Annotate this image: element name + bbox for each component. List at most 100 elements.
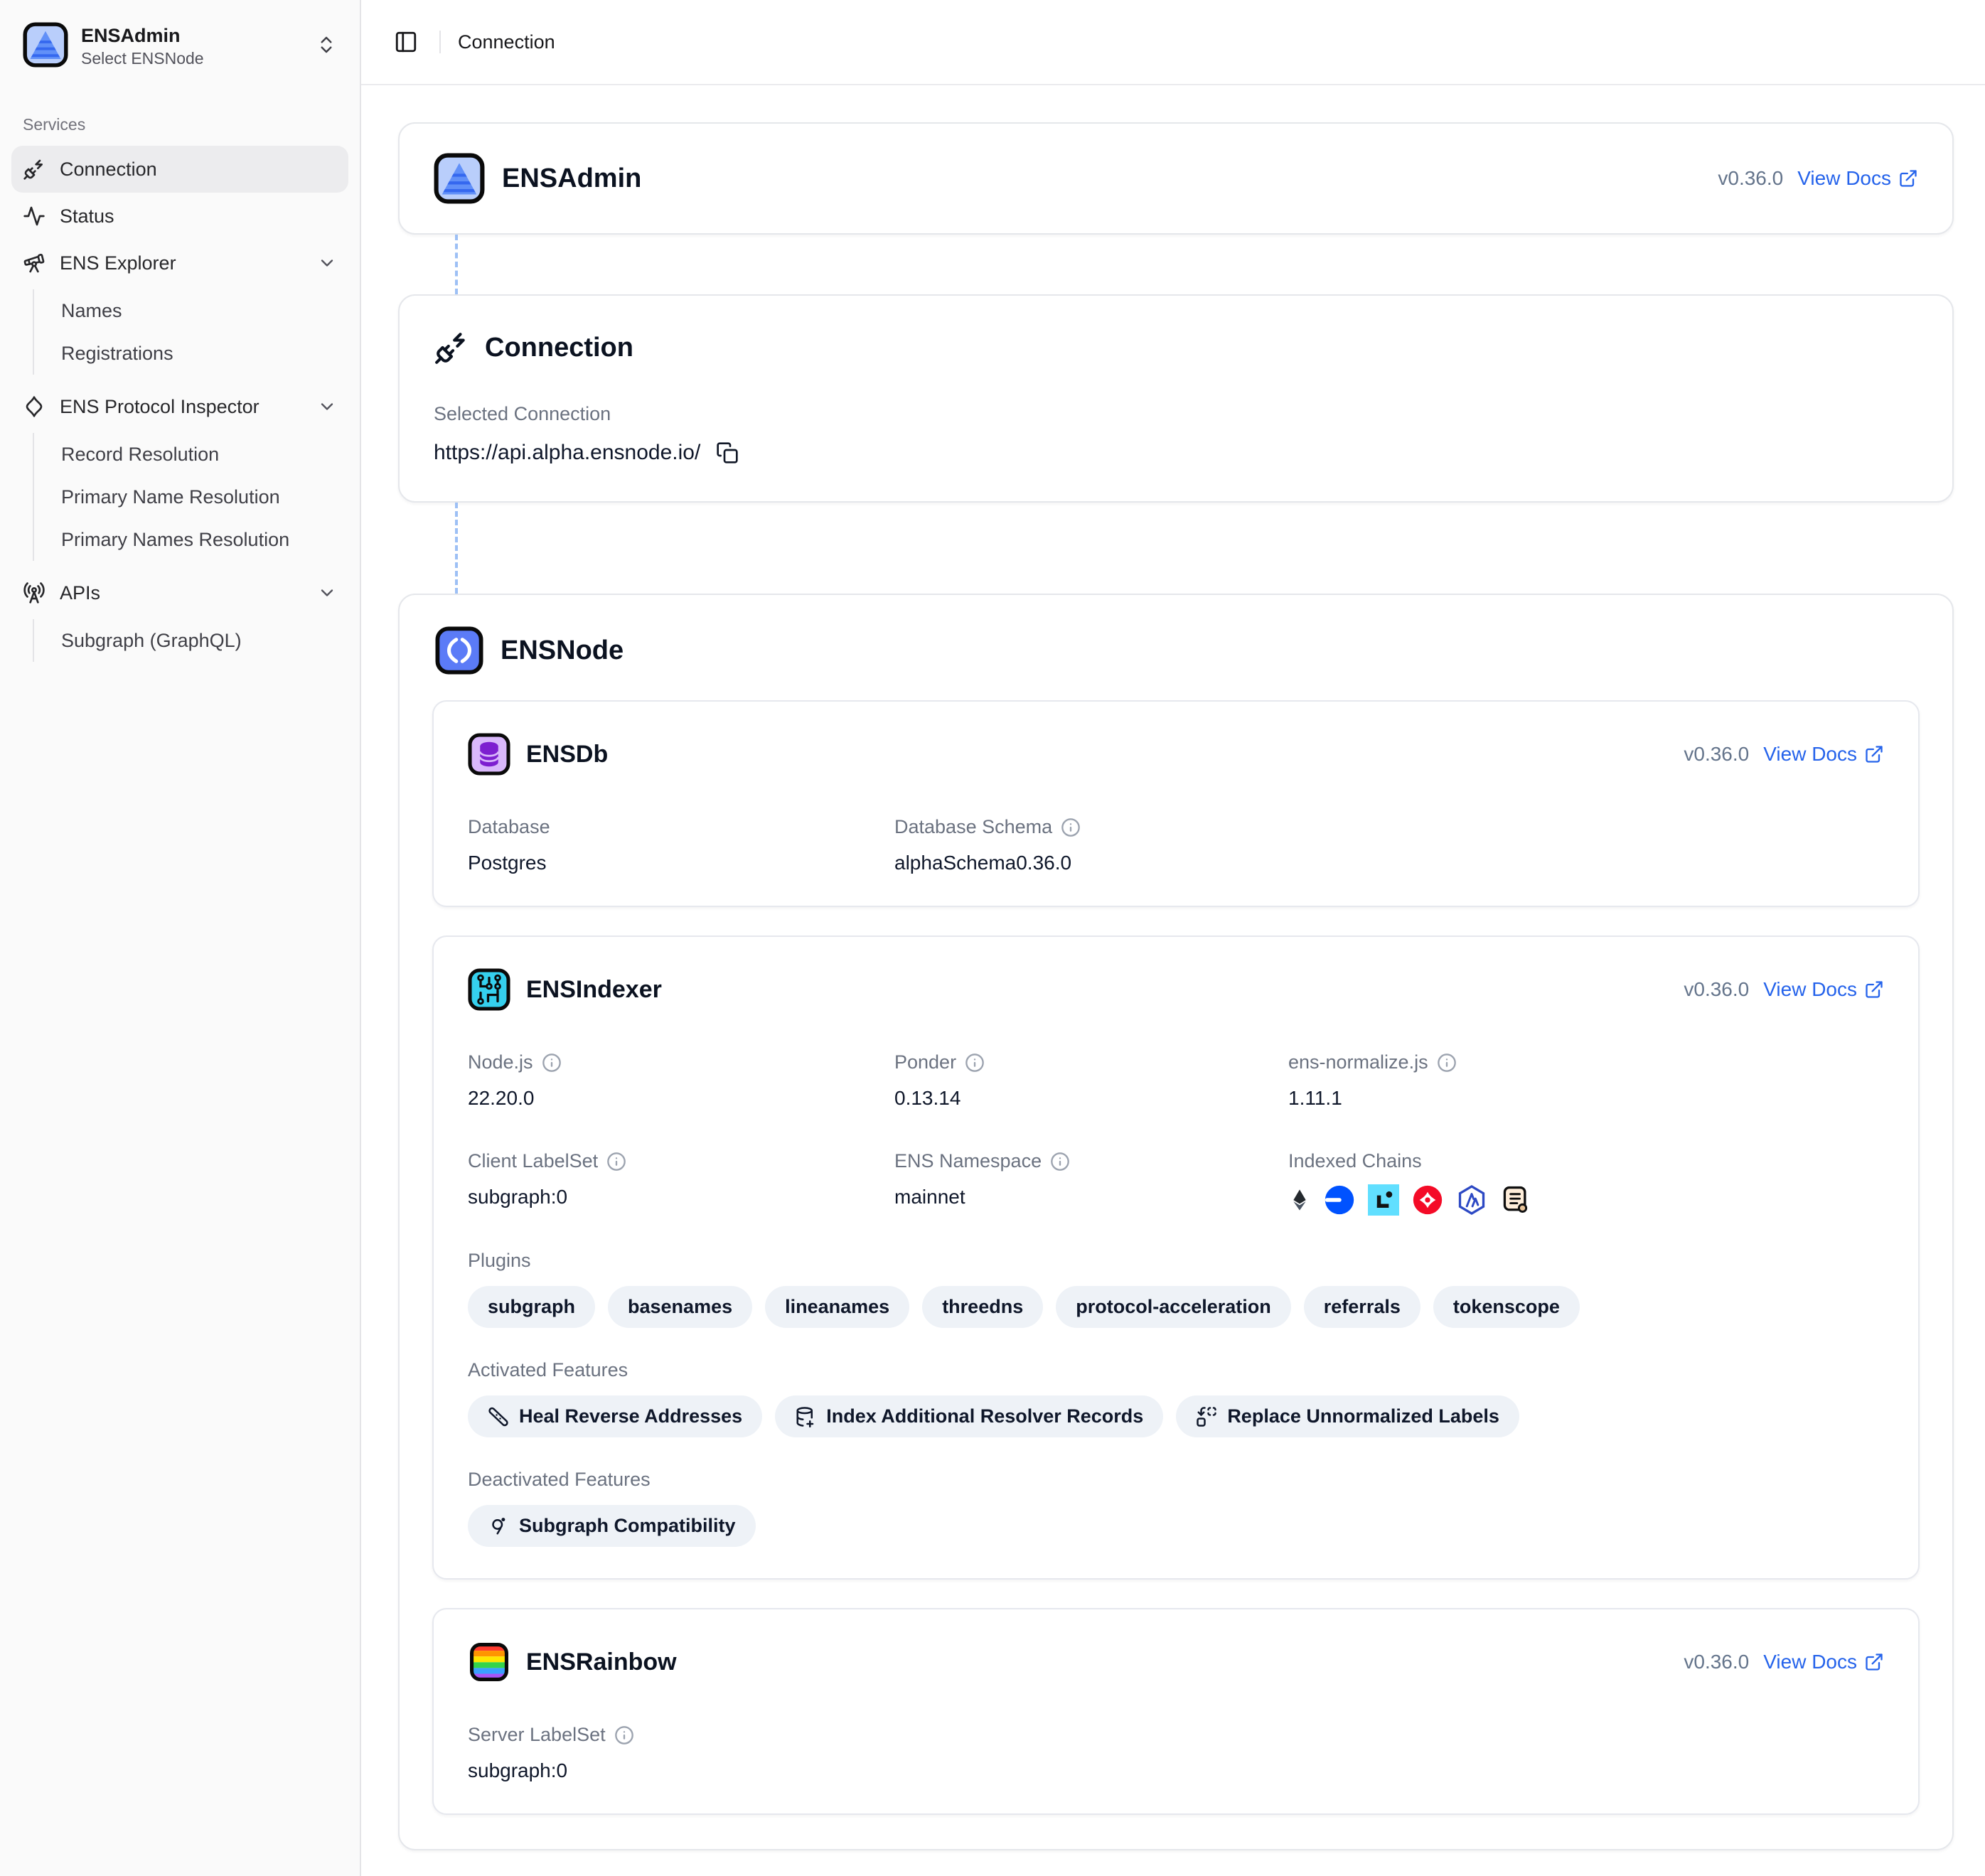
copy-url-button[interactable] [713,439,742,467]
sidebar-item-primary-name-resolution[interactable]: Primary Name Resolution [47,476,348,518]
feature-badge-replace-unnormalized-labels: Replace Unnormalized Labels [1176,1395,1519,1437]
plugins-label: Plugins [468,1250,1884,1272]
sidebar-toggle-button[interactable] [390,26,422,58]
sidebar-item-names[interactable]: Names [47,289,348,332]
info-icon[interactable] [614,1725,634,1745]
sidebar-item-label: Connection [60,159,157,181]
sidebar-item-label: ENS Explorer [60,252,176,274]
content: ENSAdmin v0.36.0 View Docs [361,85,1985,1876]
card-connector-line [455,235,458,294]
ensnode-selector[interactable]: ENSAdmin Select ENSNode [11,11,348,78]
ensrainbow-version: v0.36.0 [1684,1651,1749,1673]
ensdb-version: v0.36.0 [1684,743,1749,766]
sidebar-item-status[interactable]: Status [11,193,348,240]
chevron-down-icon [317,397,337,417]
ensnode-card: ENSNode [398,594,1954,1850]
nodejs-field: Node.js 22.20.0 [468,1048,894,1110]
selected-connection-label: Selected Connection [434,403,611,425]
ensadmin-logo-icon [434,153,485,204]
sidebar-item-label: ENS Protocol Inspector [60,396,260,418]
telescope-icon [23,252,46,274]
main-area: Connection ENSAdmin [361,0,1985,1876]
base-chain-icon [1324,1184,1355,1216]
ensadmin-card: ENSAdmin v0.36.0 View Docs [398,122,1954,235]
sidebar-item-primary-names-resolution[interactable]: Primary Names Resolution [47,518,348,561]
scroll-chain-icon [1500,1184,1531,1216]
plugin-badge: protocol-acceleration [1056,1286,1291,1328]
indexed-chains-label: Indexed Chains [1288,1150,1422,1172]
plugin-badge: tokenscope [1433,1286,1580,1328]
ensrainbow-card: ENSRainbow v0.36.0 View Docs [432,1608,1920,1815]
sidebar-item-record-resolution[interactable]: Record Resolution [47,433,348,476]
radio-tower-icon [23,581,46,604]
ensrainbow-logo-icon [468,1641,510,1683]
info-icon[interactable] [1050,1152,1070,1172]
apis-children: Subgraph (GraphQL) [33,619,348,662]
ensdb-logo-icon [468,733,510,776]
deactivated-features-list: Subgraph Compatibility [468,1505,1884,1547]
client-labelset-value: subgraph:0 [468,1186,894,1208]
info-icon[interactable] [1437,1053,1457,1073]
ensrainbow-view-docs-link[interactable]: View Docs [1763,1651,1884,1673]
feature-badge-subgraph-compatibility: Subgraph Compatibility [468,1505,756,1547]
server-labelset-label: Server LabelSet [468,1724,606,1746]
plug-zap-icon [23,158,46,181]
external-link-icon [1864,980,1884,999]
feature-badge-index-additional-resolver-records: Index Additional Resolver Records [775,1395,1163,1437]
deactivated-features-label: Deactivated Features [468,1469,1884,1491]
chevron-down-icon [317,583,337,603]
ponder-value: 0.13.14 [894,1087,1288,1110]
sidebar-item-connection[interactable]: Connection [11,146,348,193]
indexed-chains-field: Indexed Chains [1288,1147,1884,1216]
activated-features-label: Activated Features [468,1359,1884,1381]
sidebar-item-ens-protocol-inspector[interactable]: ENS Protocol Inspector [11,383,348,430]
sidebar-nav: Connection Status ENS Explorer Names [11,146,348,670]
connection-card: Connection Selected Connection https://a… [398,294,1954,503]
ensnode-card-title: ENSNode [501,636,624,666]
ensadmin-card-title: ENSAdmin [502,164,641,194]
ensrainbow-card-title: ENSRainbow [526,1649,677,1676]
sidebar-item-subgraph-graphql[interactable]: Subgraph (GraphQL) [47,619,348,662]
ens-protocol-inspector-children: Record Resolution Primary Name Resolutio… [33,433,348,561]
ensdb-view-docs-link[interactable]: View Docs [1763,743,1884,766]
topbar: Connection [361,0,1985,85]
nodejs-label: Node.js [468,1051,533,1073]
activity-icon [23,205,46,227]
plugin-badge: threedns [922,1286,1043,1328]
ens-normalize-label: ens-normalize.js [1288,1051,1428,1073]
ensindexer-view-docs-link[interactable]: View Docs [1763,978,1884,1001]
linea-chain-icon [1368,1184,1399,1216]
info-icon[interactable] [542,1053,562,1073]
info-icon[interactable] [606,1152,626,1172]
ens-diamond-icon [23,395,46,418]
app-subtitle: Select ENSNode [81,49,303,68]
server-labelset-field: Server LabelSet subgraph:0 [468,1720,894,1782]
sidebar-item-registrations[interactable]: Registrations [47,332,348,375]
ens-namespace-field: ENS Namespace mainnet [894,1147,1288,1216]
info-icon[interactable] [965,1053,985,1073]
database-schema-label: Database Schema [894,816,1052,838]
ensindexer-version: v0.36.0 [1684,978,1749,1001]
external-link-icon [1898,168,1918,188]
info-icon[interactable] [1061,818,1081,837]
ens-namespace-value: mainnet [894,1186,1288,1208]
ensadmin-logo-icon [23,22,68,68]
app-root: ENSAdmin Select ENSNode Services Connect… [0,0,1985,1876]
database-field: Database Postgres [468,813,894,874]
plugins-section: Plugins subgraph basenames lineanames th… [468,1250,1884,1328]
deactivated-features-section: Deactivated Features Subgraph Compatibil… [468,1469,1884,1547]
ensadmin-view-docs-link[interactable]: View Docs [1797,167,1918,190]
ensdb-card: ENSDb v0.36.0 View Docs [432,700,1920,907]
sidebar-item-apis[interactable]: APIs [11,569,348,616]
connection-card-title: Connection [485,333,633,363]
chevron-down-icon [317,253,337,273]
feature-badge-heal-reverse-addresses: Heal Reverse Addresses [468,1395,762,1437]
connection-url: https://api.alpha.ensnode.io/ [434,441,700,465]
sidebar-item-label: APIs [60,582,100,604]
sidebar-item-ens-explorer[interactable]: ENS Explorer [11,240,348,286]
database-plus-icon [795,1406,816,1427]
server-labelset-value: subgraph:0 [468,1759,894,1782]
sidebar-section-label: Services [11,78,348,146]
ens-normalize-value: 1.11.1 [1288,1087,1884,1110]
database-value: Postgres [468,852,894,874]
